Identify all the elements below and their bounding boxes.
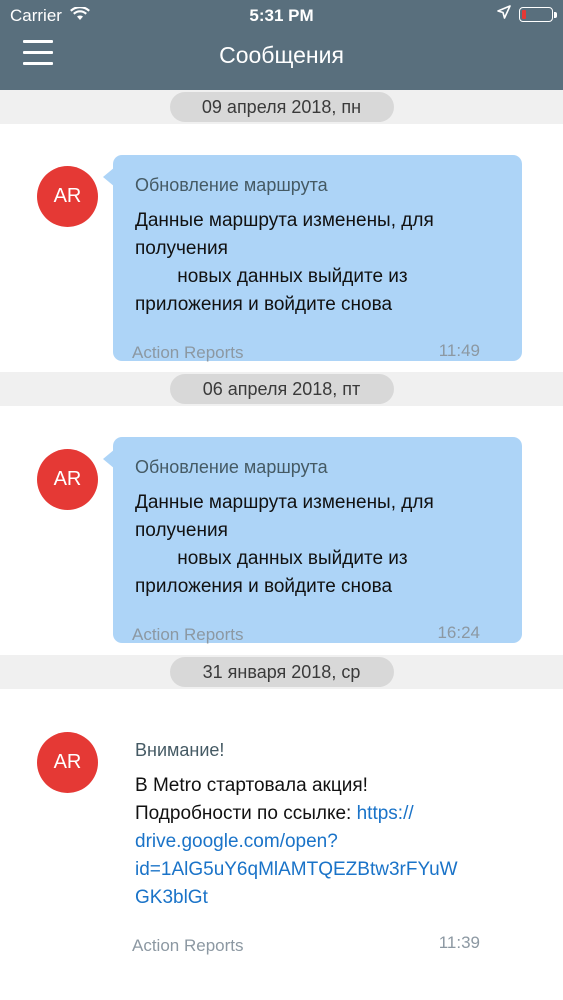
- date-label: 09 апреля 2018, пн: [169, 92, 394, 122]
- message-sender: Action Reports: [132, 625, 244, 644]
- sender-avatar: AR: [37, 166, 98, 227]
- message-title: Обновление маршрута: [135, 457, 328, 477]
- date-label: 31 января 2018, ср: [169, 657, 394, 687]
- message-title: Внимание!: [135, 740, 225, 760]
- sender-avatar: AR: [37, 732, 98, 793]
- sender-avatar: AR: [37, 449, 98, 510]
- date-separator: 09 апреля 2018, пн: [0, 90, 563, 124]
- message-bubble[interactable]: Обновление маршрута Данные маршрута изме…: [103, 155, 522, 362]
- message-bubble[interactable]: Обновление маршрута Данные маршрута изме…: [103, 437, 522, 644]
- message-title: Обновление маршрута: [135, 175, 328, 195]
- status-indicators: [497, 5, 557, 24]
- message-sender: Action Reports: [132, 936, 244, 955]
- page-title: Сообщения: [219, 42, 344, 68]
- message-body: В Metro стартовала акция! Подробности по…: [135, 775, 458, 908]
- message-time: 11:49: [438, 341, 480, 360]
- message-sender: Action Reports: [132, 343, 244, 362]
- message-card[interactable]: Внимание! В Metro стартовала акция! Подр…: [113, 720, 522, 955]
- location-arrow-icon: [497, 5, 511, 24]
- message-time: 11:39: [438, 933, 480, 952]
- date-separator: 06 апреля 2018, пт: [0, 372, 563, 406]
- battery-icon: [519, 7, 557, 22]
- date-separator: 31 января 2018, ср: [0, 655, 563, 689]
- message-body: Данные маршрута изменены, для получения …: [135, 492, 434, 597]
- date-label: 06 апреля 2018, пт: [169, 374, 394, 404]
- message-time: 16:24: [437, 623, 480, 642]
- app-header: Carrier 5:31 PM Сообщения: [0, 0, 563, 90]
- message-body: Данные маршрута изменены, для получения …: [135, 210, 434, 315]
- status-time: 5:31 PM: [249, 6, 314, 25]
